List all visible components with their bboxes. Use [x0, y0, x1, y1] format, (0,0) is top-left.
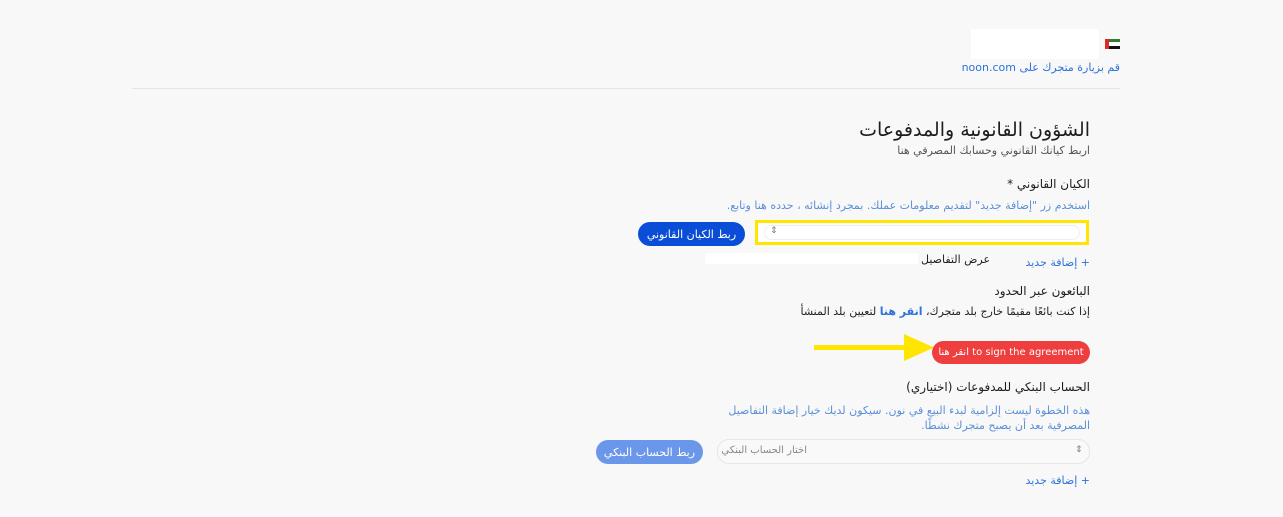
bank-select-placeholder: اختار الحساب البنكي	[721, 445, 807, 456]
chevron-updown-icon: ⇕	[770, 226, 778, 236]
link-legal-entity-button[interactable]: ربط الكيان القانوني	[638, 222, 745, 246]
visit-store-link[interactable]: قم بزيارة متجرك على noon.com	[962, 61, 1120, 74]
link-bank-account-button[interactable]: ربط الحساب البنكي	[596, 440, 703, 464]
chevron-updown-icon: ⇕	[1075, 445, 1083, 455]
bank-account-select[interactable]: اختار الحساب البنكي ⇕	[717, 439, 1090, 464]
legal-entity-label: الكيان القانوني *	[1007, 177, 1090, 191]
bank-account-hint: هذه الخطوة ليست إلزامية لبدء البيع في نو…	[728, 404, 1090, 432]
add-new-legal-entity-link[interactable]: + إضافة جديد	[1025, 256, 1090, 269]
view-details-link[interactable]: عرض التفاصيل	[921, 253, 990, 266]
sign-agreement-button[interactable]: انقر هنا to sign the agreement	[932, 341, 1090, 364]
header-divider	[132, 88, 1120, 89]
cross-border-text: إذا كنت بائعًا مقيمًا خارج بلد متجرك، ان…	[801, 305, 1090, 318]
legal-entity-select[interactable]: ⇕	[755, 220, 1089, 245]
add-new-bank-link[interactable]: + إضافة جديد	[1025, 474, 1090, 487]
page-title: الشؤون القانونية والمدفوعات	[859, 119, 1090, 141]
page-subtitle: اربط كيانك القانوني وحسابك المصرفي هنا	[897, 144, 1090, 157]
entity-name-box	[705, 253, 918, 264]
uae-flag-icon[interactable]	[1105, 39, 1120, 49]
arrow-right-icon	[814, 334, 934, 361]
cross-border-label: البائعون عبر الحدود	[994, 284, 1090, 298]
click-here-link[interactable]: انقر هنا	[880, 305, 923, 318]
cross-border-text-before: إذا كنت بائعًا مقيمًا خارج بلد متجرك،	[922, 305, 1090, 318]
legal-entity-hint: استخدم زر "إضافة جديد" لتقديم معلومات عم…	[726, 199, 1090, 212]
bank-account-label: الحساب البنكي للمدفوعات (اختياري)	[906, 380, 1090, 394]
store-name-box	[971, 29, 1099, 59]
cross-border-text-after: لتعيين بلد المنشأ	[800, 305, 880, 318]
